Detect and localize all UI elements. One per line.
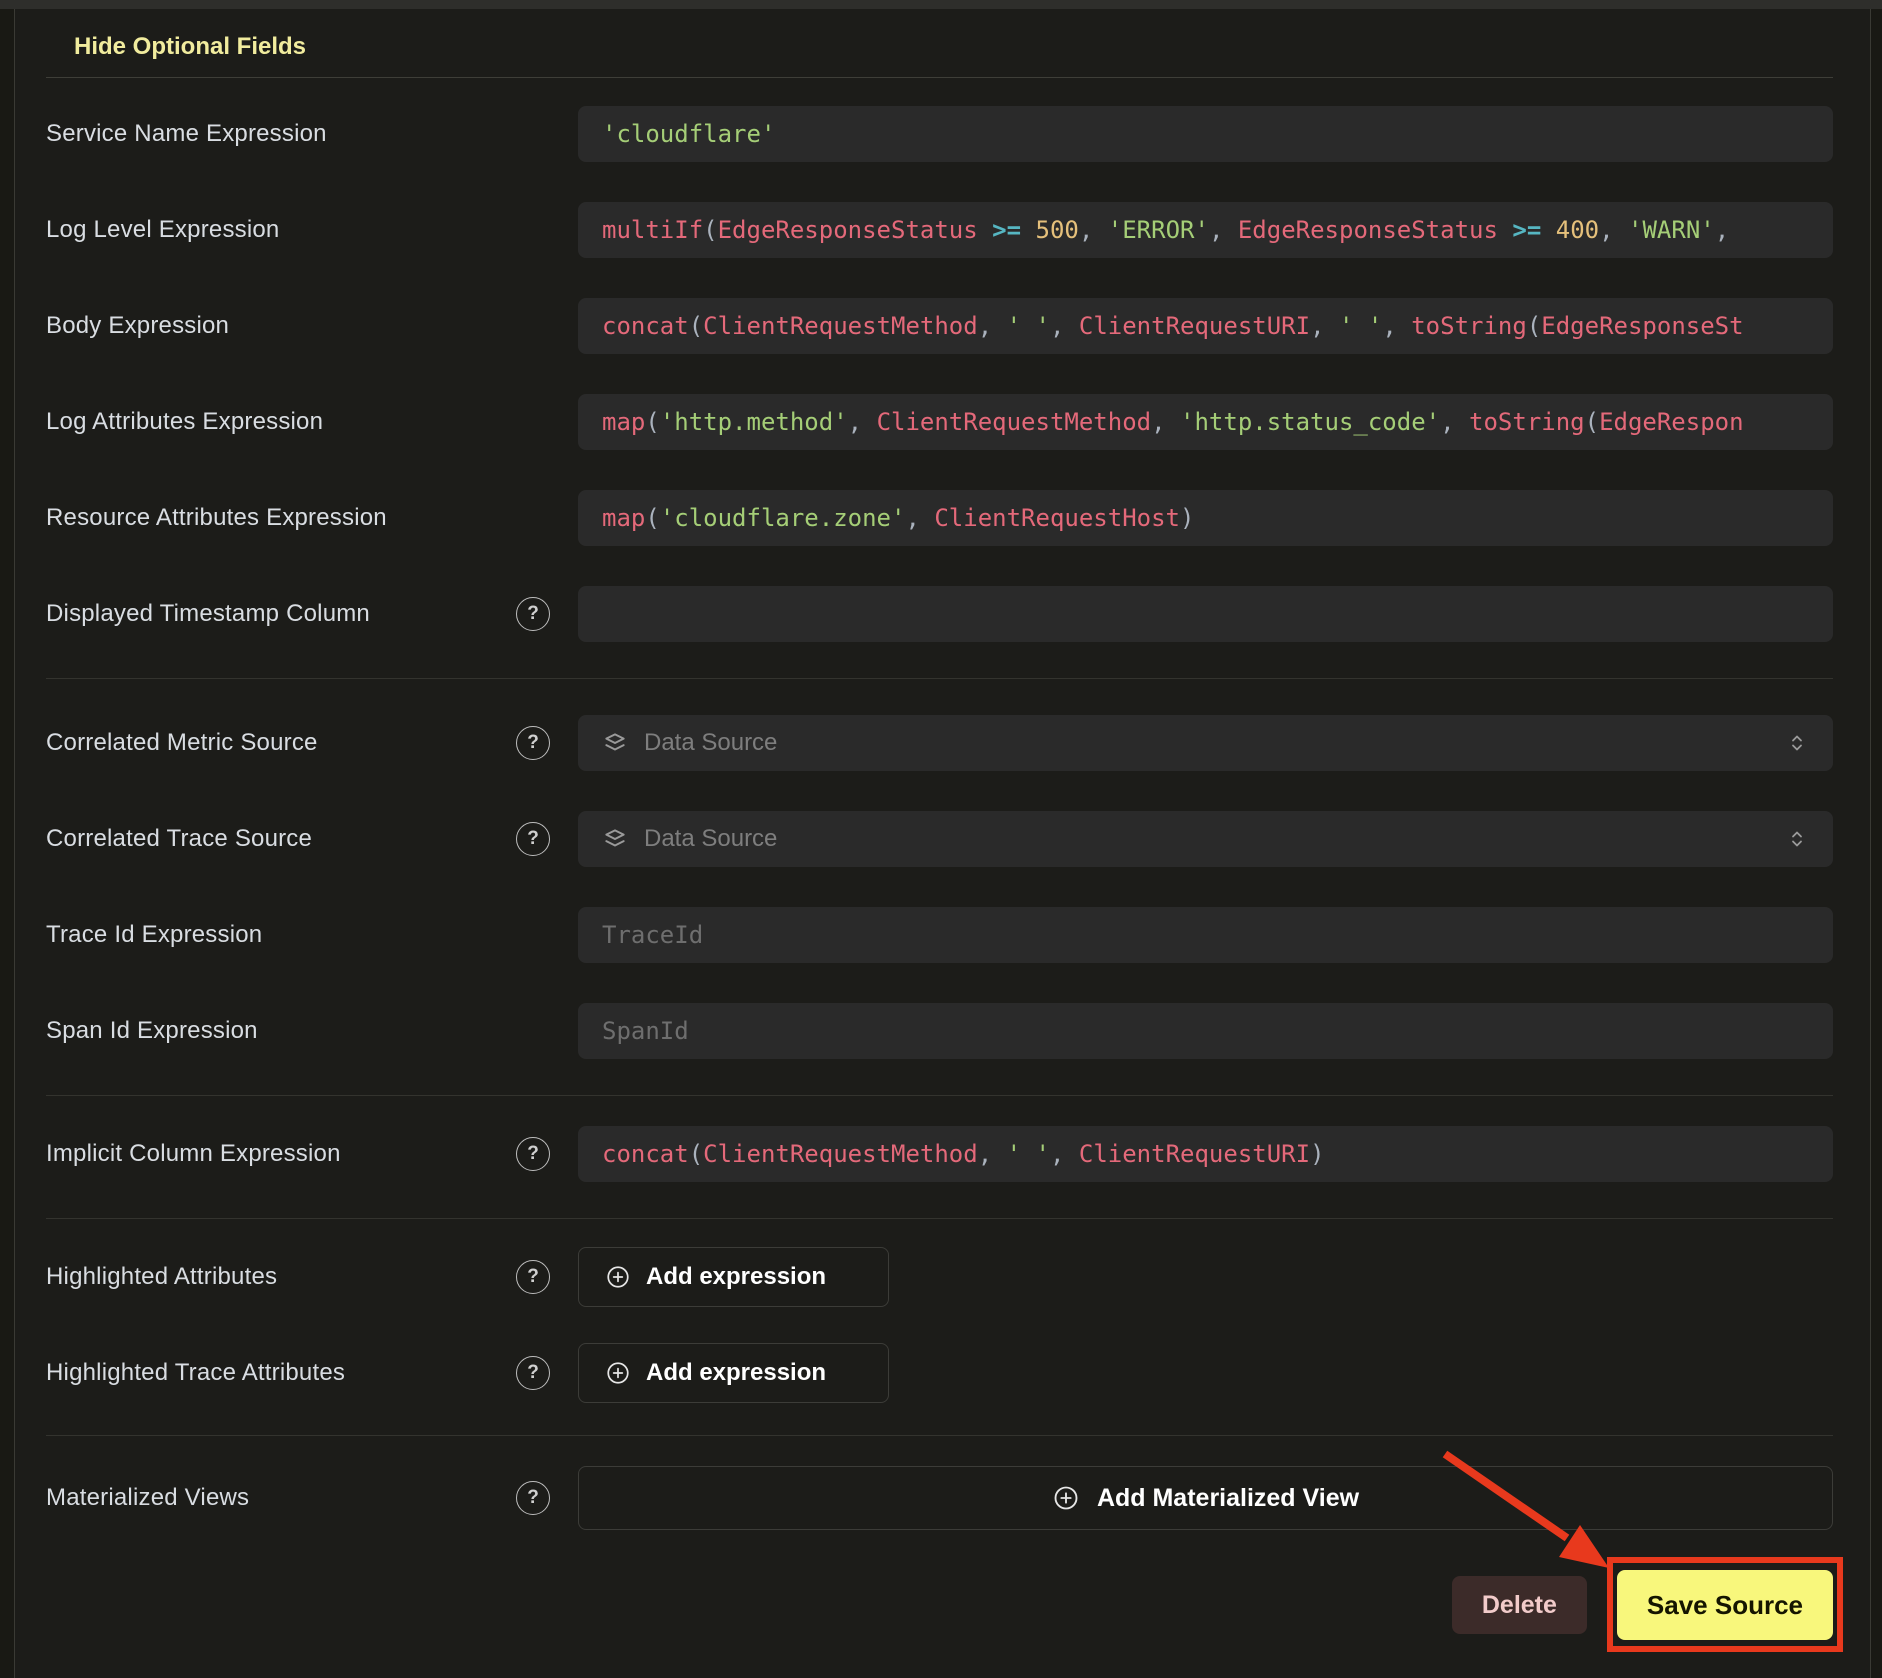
help-icon[interactable]: ? [516, 1356, 550, 1390]
help-cell: ? [516, 1481, 578, 1515]
field-label: Implicit Column Expression [46, 1140, 516, 1168]
layers-icon [602, 826, 628, 852]
field-label: Displayed Timestamp Column [46, 600, 516, 628]
trace-id-expression-input[interactable]: TraceId [578, 907, 1833, 963]
field-label: Correlated Metric Source [46, 729, 516, 757]
control-cell: Add expression [578, 1247, 1833, 1307]
field-label: Correlated Trace Source [46, 825, 516, 853]
field-label: Highlighted Trace Attributes [46, 1359, 516, 1387]
control-cell: Add expression [578, 1343, 1833, 1403]
displayed-timestamp-column-input[interactable] [578, 586, 1833, 642]
field-row-displayed-timestamp-column: Displayed Timestamp Column ? [46, 586, 1833, 642]
help-cell: ? [516, 1356, 578, 1390]
layers-icon [602, 730, 628, 756]
field-row-service-name-expression: Service Name Expression 'cloudflare' [46, 106, 1833, 162]
correlated-trace-source-select[interactable]: Data Source [578, 811, 1833, 867]
field-label: Log Level Expression [46, 216, 516, 244]
select-placeholder: Data Source [644, 729, 777, 757]
chevron-updown-icon [1785, 731, 1809, 755]
field-row-resource-attributes-expression: Resource Attributes Expression map('clou… [46, 490, 1833, 546]
implicit-column-expression-input[interactable]: concat(ClientRequestMethod, ' ', ClientR… [578, 1126, 1833, 1182]
button-label: Add expression [646, 1263, 826, 1291]
field-label: Resource Attributes Expression [46, 504, 516, 532]
field-label: Span Id Expression [46, 1017, 516, 1045]
field-label: Trace Id Expression [46, 921, 516, 949]
log-attributes-expression-input[interactable]: map('http.method', ClientRequestMethod, … [578, 394, 1833, 450]
field-row-log-level-expression: Log Level Expression multiIf(EdgeRespons… [46, 202, 1833, 258]
field-label: Body Expression [46, 312, 516, 340]
field-label: Materialized Views [46, 1484, 516, 1512]
field-row-correlated-trace-source: Correlated Trace Source ? Data Source [46, 811, 1833, 867]
field-row-body-expression: Body Expression concat(ClientRequestMeth… [46, 298, 1833, 354]
divider [46, 77, 1833, 78]
field-label: Log Attributes Expression [46, 408, 516, 436]
field-row-log-attributes-expression: Log Attributes Expression map('http.meth… [46, 394, 1833, 450]
chevron-updown-icon [1785, 827, 1809, 851]
select-placeholder: Data Source [644, 825, 777, 853]
plus-circle-icon [605, 1264, 631, 1290]
add-materialized-view-button[interactable]: Add Materialized View [578, 1466, 1833, 1530]
divider [46, 1435, 1833, 1436]
save-annotation-wrap: Save Source [1617, 1570, 1833, 1640]
field-row-correlated-metric-source: Correlated Metric Source ? Data Source [46, 715, 1833, 771]
resource-attributes-expression-input[interactable]: map('cloudflare.zone', ClientRequestHost… [578, 490, 1833, 546]
button-label: Add Materialized View [1097, 1484, 1359, 1513]
help-icon[interactable]: ? [516, 597, 550, 631]
save-source-button[interactable]: Save Source [1617, 1570, 1833, 1640]
button-label: Add expression [646, 1359, 826, 1387]
help-icon[interactable]: ? [516, 1137, 550, 1171]
help-icon[interactable]: ? [516, 726, 550, 760]
help-icon[interactable]: ? [516, 1481, 550, 1515]
field-row-trace-id-expression: Trace Id Expression TraceId [46, 907, 1833, 963]
divider [46, 678, 1833, 679]
hide-optional-fields-link[interactable]: Hide Optional Fields [74, 33, 306, 61]
help-cell: ? [516, 1137, 578, 1171]
plus-circle-icon [1052, 1484, 1080, 1512]
divider [46, 1218, 1833, 1219]
field-row-implicit-column-expression: Implicit Column Expression ? concat(Clie… [46, 1126, 1833, 1182]
help-icon[interactable]: ? [516, 822, 550, 856]
plus-circle-icon [605, 1360, 631, 1386]
service-name-expression-input[interactable]: 'cloudflare' [578, 106, 1833, 162]
divider [46, 1095, 1833, 1096]
top-edge-strip [0, 0, 1882, 9]
control-cell: Add Materialized View [578, 1466, 1833, 1530]
field-row-highlighted-trace-attributes: Highlighted Trace Attributes ? Add expre… [46, 1343, 1833, 1403]
delete-button[interactable]: Delete [1452, 1576, 1587, 1634]
field-row-materialized-views: Materialized Views ? Add Materialized Vi… [46, 1466, 1833, 1530]
correlated-metric-source-select[interactable]: Data Source [578, 715, 1833, 771]
form-footer: Delete Save Source [46, 1568, 1833, 1642]
help-cell: ? [516, 1260, 578, 1294]
body-expression-input[interactable]: concat(ClientRequestMethod, ' ', ClientR… [578, 298, 1833, 354]
field-label: Highlighted Attributes [46, 1263, 516, 1291]
field-row-span-id-expression: Span Id Expression SpanId [46, 1003, 1833, 1059]
input-placeholder: SpanId [602, 1017, 689, 1045]
add-expression-button[interactable]: Add expression [578, 1343, 889, 1403]
log-level-expression-input[interactable]: multiIf(EdgeResponseStatus >= 500, 'ERRO… [578, 202, 1833, 258]
help-cell: ? [516, 597, 578, 631]
field-row-highlighted-attributes: Highlighted Attributes ? Add expression [46, 1247, 1833, 1307]
span-id-expression-input[interactable]: SpanId [578, 1003, 1833, 1059]
input-placeholder: TraceId [602, 921, 703, 949]
help-cell: ? [516, 822, 578, 856]
field-label: Service Name Expression [46, 120, 516, 148]
source-form-panel: Hide Optional Fields Service Name Expres… [14, 9, 1871, 1678]
add-expression-button[interactable]: Add expression [578, 1247, 889, 1307]
help-cell: ? [516, 726, 578, 760]
help-icon[interactable]: ? [516, 1260, 550, 1294]
